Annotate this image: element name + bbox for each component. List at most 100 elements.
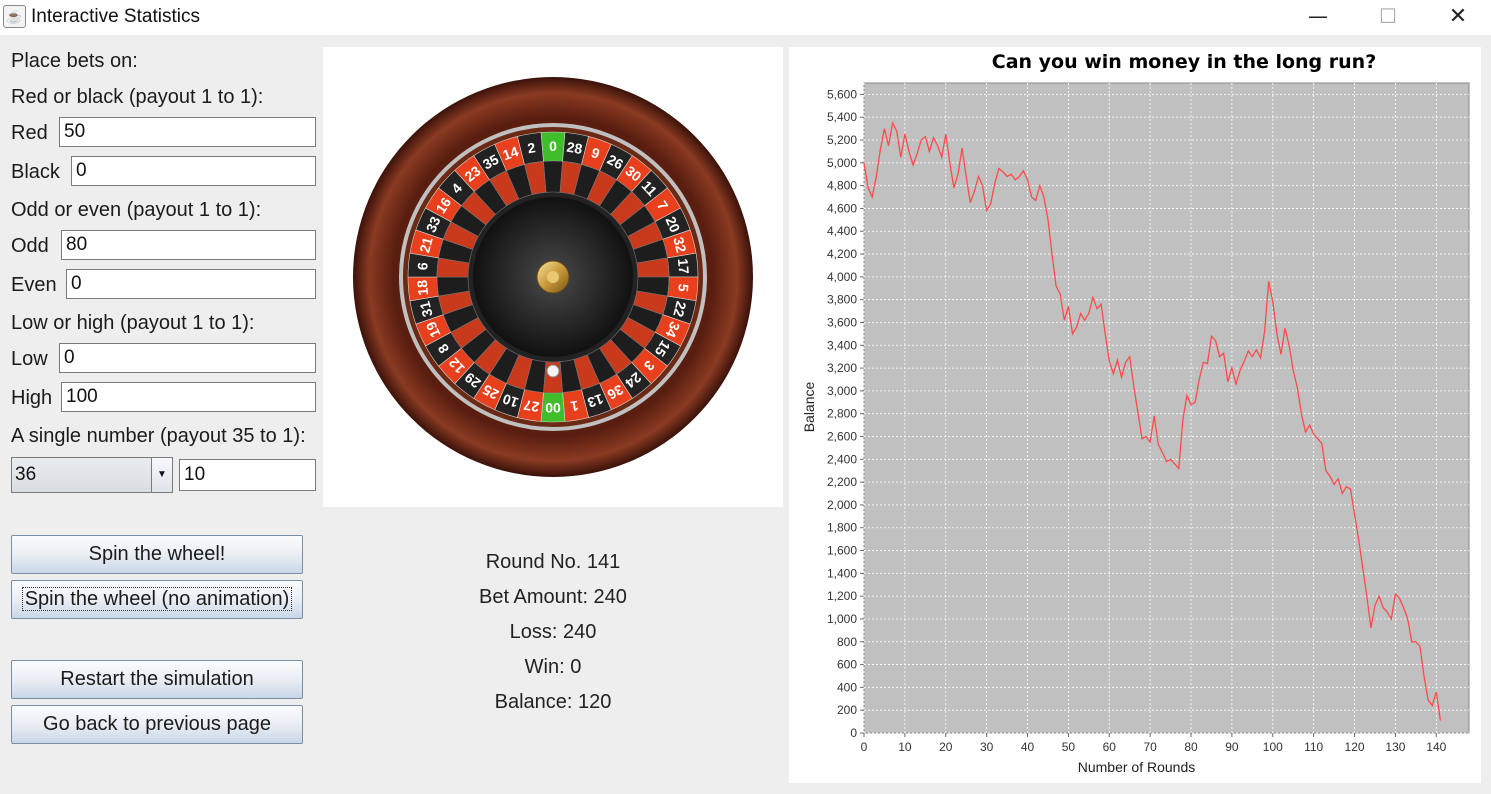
spin-no-animation-label: Spin the wheel (no animation): [21, 587, 293, 611]
wheel-number: 27: [522, 397, 540, 415]
x-tick-label: 130: [1385, 740, 1405, 754]
loss-amount: Loss: 240: [509, 621, 597, 643]
x-tick-label: 20: [939, 740, 953, 754]
y-tick-label: 1,800: [827, 521, 857, 535]
wheel-number: 6: [414, 261, 431, 270]
win-amount: Win: 0: [524, 656, 582, 678]
odd-even-label: Odd or even (payout 1 to 1):: [11, 199, 262, 221]
back-button[interactable]: Go back to previous page: [11, 705, 303, 744]
high-bet-input[interactable]: [61, 382, 316, 412]
wheel-number: 28: [566, 139, 584, 157]
roulette-ball: [546, 364, 560, 378]
x-tick-label: 120: [1345, 740, 1365, 754]
red-label: Red: [11, 122, 48, 144]
y-tick-label: 2,600: [827, 430, 857, 444]
y-tick-label: 4,600: [827, 201, 857, 215]
y-tick-label: 800: [837, 635, 857, 649]
y-axis-label: Balance: [801, 381, 817, 432]
x-tick-label: 0: [861, 740, 868, 754]
single-number-select[interactable]: 36 ▼: [11, 457, 173, 493]
wheel-number: 00: [545, 400, 561, 416]
x-tick-label: 50: [1062, 740, 1076, 754]
restart-button[interactable]: Restart the simulation: [11, 660, 303, 699]
black-label: Black: [11, 161, 60, 183]
x-tick-label: 80: [1184, 740, 1198, 754]
y-tick-label: 3,200: [827, 361, 857, 375]
x-tick-label: 100: [1263, 740, 1283, 754]
spin-button-label: Spin the wheel!: [88, 543, 226, 565]
y-tick-label: 4,400: [827, 224, 857, 238]
y-tick-label: 400: [837, 680, 857, 694]
y-tick-label: 2,200: [827, 475, 857, 489]
single-number-label: A single number (payout 35 to 1):: [11, 425, 306, 447]
even-label: Even: [11, 274, 57, 296]
wheel-number: 5: [675, 283, 692, 292]
wheel-number: 18: [414, 279, 431, 296]
black-bet-input[interactable]: [71, 156, 316, 186]
x-tick-label: 30: [980, 740, 994, 754]
java-app-icon: ☕: [3, 5, 26, 28]
single-bet-input[interactable]: [179, 459, 316, 491]
roulette-wheel-panel: 0 28 9 26 30 11 7 20 32 17 5 22 34 15 3 24 36 13 1 00 27 10 25…: [323, 47, 783, 507]
red-bet-input[interactable]: [59, 117, 316, 147]
minimize-button[interactable]: —: [1284, 0, 1352, 34]
balance-chart: Can you win money in the long run?020040…: [801, 51, 1470, 775]
y-tick-label: 4,800: [827, 179, 857, 193]
chart-title: Can you win money in the long run?: [992, 51, 1376, 73]
y-tick-label: 3,600: [827, 315, 857, 329]
x-tick-label: 10: [898, 740, 912, 754]
x-tick-label: 140: [1426, 740, 1446, 754]
close-button[interactable]: ✕: [1424, 0, 1491, 34]
x-axis-label: Number of Rounds: [1078, 759, 1196, 775]
odd-bet-input[interactable]: [61, 230, 316, 260]
x-tick-label: 40: [1021, 740, 1035, 754]
window-title: Interactive Statistics: [31, 6, 200, 27]
y-tick-label: 4,200: [827, 247, 857, 261]
y-tick-label: 1,000: [827, 612, 857, 626]
odd-label: Odd: [11, 235, 49, 257]
single-number-value: 36: [15, 464, 37, 485]
y-tick-label: 5,000: [827, 156, 857, 170]
y-tick-label: 2,000: [827, 498, 857, 512]
bets-header: Place bets on:: [11, 50, 138, 72]
y-tick-label: 2,800: [827, 407, 857, 421]
y-tick-label: 3,800: [827, 293, 857, 307]
y-tick-label: 1,200: [827, 589, 857, 603]
low-bet-input[interactable]: [59, 343, 316, 373]
even-bet-input[interactable]: [66, 269, 316, 299]
wheel-hub-cap: [547, 271, 559, 283]
y-tick-label: 1,400: [827, 566, 857, 580]
balance-chart-panel: Can you win money in the long run? 0 200 40…: [789, 47, 1481, 783]
y-tick-label: 0: [850, 726, 857, 740]
chevron-down-icon[interactable]: ▼: [151, 458, 172, 492]
roulette-wheel: 0 28 9 263011720321752234153243613100271025…: [353, 77, 753, 477]
x-tick-label: 90: [1225, 740, 1239, 754]
wheel-number: 17: [675, 258, 692, 275]
y-tick-label: 3,400: [827, 338, 857, 352]
y-tick-label: 200: [837, 703, 857, 717]
bet-amount: Bet Amount: 240: [479, 586, 627, 608]
maximize-button[interactable]: ☐: [1354, 0, 1422, 34]
x-tick-label: 60: [1103, 740, 1117, 754]
low-label: Low: [11, 348, 48, 370]
restart-button-label: Restart the simulation: [60, 668, 254, 690]
y-tick-label: 5,600: [827, 87, 857, 101]
title-bar: ☕ Interactive Statistics — ☐ ✕: [0, 0, 1491, 35]
spin-no-animation-button[interactable]: Spin the wheel (no animation): [11, 580, 303, 619]
y-tick-label: 5,200: [827, 133, 857, 147]
y-tick-label: 1,600: [827, 544, 857, 558]
y-tick-label: 3,000: [827, 384, 857, 398]
y-tick-label: 600: [837, 658, 857, 672]
y-tick-label: 4,000: [827, 270, 857, 284]
balance-amount: Balance: 120: [494, 691, 612, 713]
red-black-label: Red or black (payout 1 to 1):: [11, 86, 264, 108]
y-tick-label: 5,400: [827, 110, 857, 124]
low-high-label: Low or high (payout 1 to 1):: [11, 312, 255, 334]
back-button-label: Go back to previous page: [43, 713, 271, 735]
high-label: High: [11, 387, 53, 409]
x-tick-label: 70: [1143, 740, 1157, 754]
y-tick-label: 2,400: [827, 452, 857, 466]
wheel-number: 0: [549, 138, 557, 154]
wheel-pocket-slot: [543, 160, 563, 193]
spin-button[interactable]: Spin the wheel!: [11, 535, 303, 574]
